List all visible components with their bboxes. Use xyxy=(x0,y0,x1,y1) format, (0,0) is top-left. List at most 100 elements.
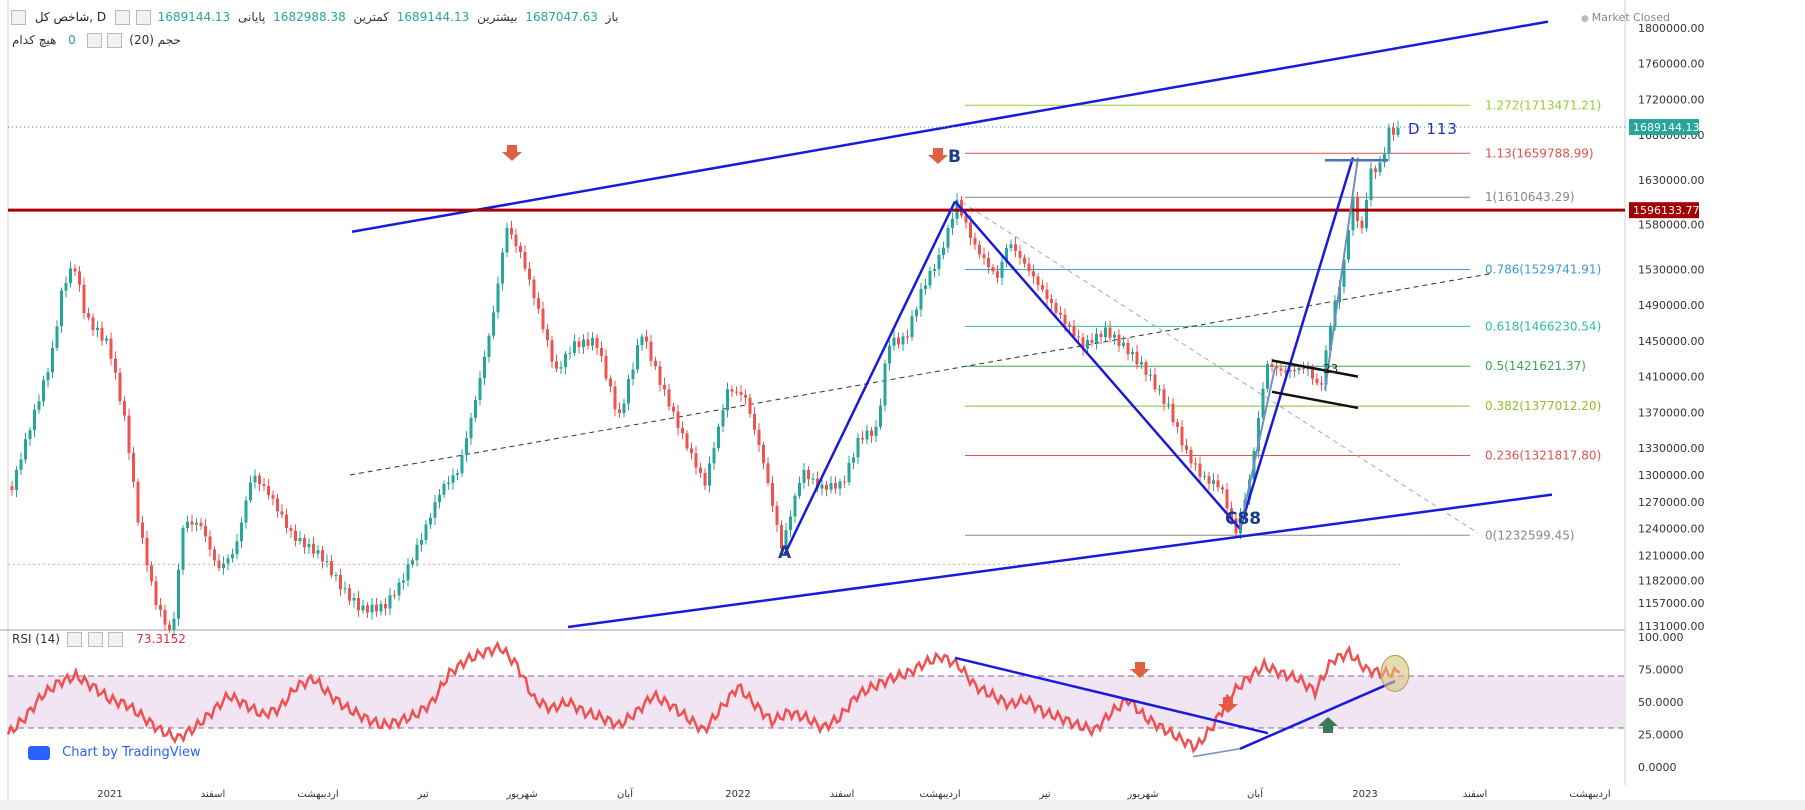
time-tick-label: اردیبهشت xyxy=(919,789,960,800)
price-tick-label: 1210000.00 xyxy=(1638,549,1704,562)
candle-body xyxy=(37,401,41,410)
candle-body xyxy=(19,459,23,470)
close-value: 1689144.13 xyxy=(157,10,231,24)
candle-body xyxy=(78,271,81,285)
candle-body xyxy=(1266,364,1269,389)
candle-body xyxy=(919,288,923,310)
candle-body xyxy=(1203,476,1206,478)
time-tick-label: اسفند xyxy=(201,789,225,800)
price-tick-label: 1370000.00 xyxy=(1638,406,1704,419)
candle-body xyxy=(793,495,797,517)
candle-body xyxy=(442,483,446,495)
candle-body xyxy=(744,394,747,398)
candle-body xyxy=(163,609,167,625)
candle-body xyxy=(1374,168,1377,173)
candle-body xyxy=(676,411,680,429)
candle-body xyxy=(240,522,243,542)
candle-body xyxy=(586,339,590,346)
volume-legend: حجم (20) 0 هیچ کدام xyxy=(10,33,183,48)
candle-body xyxy=(1027,263,1031,272)
fib-level-label: 0(1232599.45) xyxy=(1485,528,1575,542)
candle-body xyxy=(465,438,468,456)
candle-body xyxy=(415,544,419,561)
candle-body xyxy=(847,462,851,483)
candle-body xyxy=(1311,368,1314,379)
candle-body xyxy=(177,569,180,619)
bottom-toolbar xyxy=(0,800,1805,810)
close-icon[interactable] xyxy=(108,632,124,647)
price-tick-label: 1720000.00 xyxy=(1638,93,1704,106)
candle-body xyxy=(1059,312,1062,315)
candle-body xyxy=(681,428,684,434)
candle-body xyxy=(640,336,644,346)
rsi-tick-label: 25.0000 xyxy=(1638,729,1684,742)
candle-body xyxy=(1158,389,1161,391)
low-value: 1682988.38 xyxy=(273,10,346,24)
candle-body xyxy=(1194,463,1197,465)
candle-body xyxy=(870,430,873,437)
candle-body xyxy=(730,389,734,392)
candle-body xyxy=(1396,127,1400,135)
price-tick-label: 1580000.00 xyxy=(1638,219,1704,232)
candle-body xyxy=(1378,162,1382,173)
symbol-title[interactable]: شاخص کل, D xyxy=(35,10,106,24)
settings-icon[interactable] xyxy=(86,33,102,48)
visibility-icon[interactable] xyxy=(107,33,123,48)
candle-body xyxy=(622,403,626,413)
candle-body xyxy=(132,452,135,482)
candle-body xyxy=(406,564,410,581)
time-tick-label: 2021 xyxy=(97,789,122,800)
candle-body xyxy=(874,426,878,437)
settings-icon[interactable] xyxy=(114,10,130,25)
candle-body xyxy=(1176,422,1179,427)
candle-body xyxy=(1297,367,1301,371)
candle-body xyxy=(1153,374,1157,390)
volume-label[interactable]: حجم (20) xyxy=(129,33,181,47)
candle-body xyxy=(118,372,122,402)
candle-body xyxy=(1099,333,1103,338)
candle-body xyxy=(987,258,990,268)
candle-body xyxy=(60,290,63,327)
candle-body xyxy=(1212,480,1215,484)
candle-body xyxy=(672,406,675,412)
close-label: پایانی xyxy=(238,10,266,24)
candle-body xyxy=(1086,340,1089,349)
candle-body xyxy=(208,536,212,550)
candle-body xyxy=(105,338,108,341)
candle-body xyxy=(604,355,608,379)
time-tick-label: شهریور xyxy=(1126,789,1158,800)
candle-body xyxy=(1270,364,1274,367)
candle-body xyxy=(1045,289,1049,300)
candle-body xyxy=(1207,476,1211,484)
candle-body xyxy=(460,455,464,474)
chart-canvas[interactable]: 1131000.001157000.001182000.001210000.00… xyxy=(0,0,1805,810)
candle-body xyxy=(811,478,815,480)
candle-body xyxy=(753,413,756,430)
candle-body xyxy=(1360,220,1364,229)
visibility-icon[interactable] xyxy=(135,10,151,25)
candle-body xyxy=(546,329,549,341)
volume-name: هیچ کدام xyxy=(12,33,57,47)
time-tick-label: اردیبهشت xyxy=(297,789,338,800)
price-tick-label: 1530000.00 xyxy=(1638,263,1704,276)
candle-body xyxy=(325,561,329,563)
candle-body xyxy=(897,337,900,345)
candle-body xyxy=(1095,333,1098,343)
collapse-icon[interactable] xyxy=(11,10,26,25)
settings-icon[interactable] xyxy=(87,632,103,647)
candle-body xyxy=(636,345,639,370)
candle-body xyxy=(1302,367,1305,369)
candle-body xyxy=(64,283,68,291)
tradingview-credit[interactable]: Chart by TradingView xyxy=(28,745,201,760)
visibility-icon[interactable] xyxy=(66,632,82,647)
candle-body xyxy=(631,369,635,379)
candle-body xyxy=(474,399,477,418)
candle-body xyxy=(1000,261,1004,278)
candle-body xyxy=(249,482,252,501)
candle-body xyxy=(685,433,689,449)
candle-body xyxy=(1144,362,1148,375)
candle-body xyxy=(613,386,617,410)
rsi-label[interactable]: RSI (14) xyxy=(12,632,60,646)
candle-body xyxy=(10,486,14,490)
candle-body xyxy=(1077,336,1080,338)
